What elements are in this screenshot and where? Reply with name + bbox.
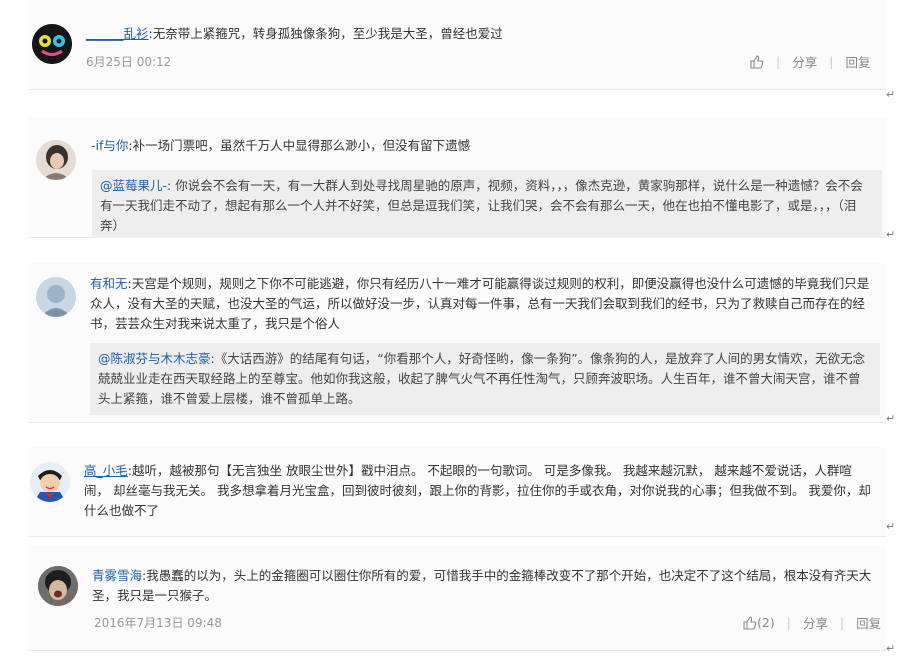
commenter-name[interactable]: -if与你 [91, 138, 128, 153]
avatar[interactable] [32, 24, 72, 64]
return-mark: ↵ [886, 642, 896, 655]
quoted-comment: @蓝莓果儿-: 你说会不会有一天，有一大群人到处寻找周星驰的原声，视频，资料，，… [92, 170, 882, 238]
action-divider: | [786, 615, 791, 630]
commenter-name[interactable]: ______乱衫 [86, 26, 149, 41]
comment-card: 有和无:天宫是个规则，规则之下你不可能逃避，你只有经历八十一难才可能赢得谈过规则… [28, 263, 886, 423]
like-count: (2) [757, 615, 775, 630]
like-button[interactable] [750, 54, 764, 69]
comment-card: 青雾雪海:我愚蠢的以为，头上的金箍圈可以圈住你所有的爱，可惜我手中的金箍棒改变不… [28, 545, 886, 651]
quoted-text: : 你说会不会有一天，有一大群人到处寻找周星驰的原声，视频，资料，，，像杰克逊，… [100, 178, 863, 233]
comment-text: 天宫是个规则，规则之下你不可能逃避，你只有经历八十一难才可能赢得谈过规则的权利，… [90, 276, 870, 331]
reply-button[interactable]: 回复 [856, 613, 881, 632]
comment-date: 2016年7月13日 09:48 [94, 616, 222, 630]
commenter-name[interactable]: 青雾雪海 [92, 568, 142, 583]
share-button[interactable]: 分享 [803, 613, 828, 632]
quoted-user-name[interactable]: @陈淑芬与木木志豪 [98, 351, 211, 366]
thumbs-up-icon [750, 54, 764, 69]
avatar[interactable] [36, 277, 76, 317]
return-mark: ↵ [886, 88, 896, 101]
commenter-name[interactable]: 高_小毛 [84, 463, 128, 478]
commenter-name[interactable]: 有和无 [90, 276, 128, 291]
share-button[interactable]: 分享 [792, 52, 817, 71]
quoted-user-name[interactable]: @蓝莓果儿- [100, 178, 167, 193]
reply-button[interactable]: 回复 [845, 52, 870, 71]
comment-body: 青雾雪海:我愚蠢的以为，头上的金箍圈可以圈住你所有的爱，可惜我手中的金箍棒改变不… [92, 566, 876, 606]
comment-actions: | 分享 | 回复 [750, 52, 870, 71]
quoted-text: :《大话西游》的结尾有句话，“你看那个人，好奇怪哟，像一条狗”。像条狗的人，是放… [98, 351, 866, 406]
avatar[interactable] [36, 140, 76, 180]
comment-body: -if与你:补一场门票吧，虽然千万人中显得那么渺小，但没有留下遗憾 [91, 136, 876, 156]
comment-actions: (2) | 分享 | 回复 [743, 613, 881, 632]
comment-card: ______乱衫:无奈带上紧箍咒，转身孤独像条狗，至少我是大圣，曾经也爱过 6月… [28, 0, 886, 90]
comment-text: 补一场门票吧，虽然千万人中显得那么渺小，但没有留下遗憾 [132, 138, 471, 153]
thumbs-up-icon [743, 615, 757, 630]
action-divider: | [776, 54, 781, 69]
return-mark: ↵ [886, 228, 896, 241]
comment-body: 有和无:天宫是个规则，规则之下你不可能逃避，你只有经历八十一难才可能赢得谈过规则… [90, 274, 880, 334]
quoted-comment: @陈淑芬与木木志豪:《大话西游》的结尾有句话，“你看那个人，好奇怪哟，像一条狗”… [90, 343, 880, 415]
comment-card: -if与你:补一场门票吧，虽然千万人中显得那么渺小，但没有留下遗憾 @蓝莓果儿-… [28, 118, 886, 238]
action-divider: | [829, 54, 834, 69]
avatar[interactable] [30, 462, 70, 502]
action-divider: | [839, 615, 845, 630]
avatar[interactable] [38, 566, 78, 606]
comment-text: 我愚蠢的以为，头上的金箍圈可以圈住你所有的爱，可惜我手中的金箍棒改变不了那个开始… [92, 568, 872, 603]
like-button[interactable]: (2) [743, 615, 775, 630]
comment-card: 高_小毛:越听，越被那句【无言独坐 放眼尘世外】戳中泪点。 不起眼的一句歌词。 … [28, 447, 886, 537]
comment-date: 6月25日 00:12 [86, 55, 172, 69]
comment-body: 高_小毛:越听，越被那句【无言独坐 放眼尘世外】戳中泪点。 不起眼的一句歌词。 … [84, 461, 874, 521]
comment-text: 越听，越被那句【无言独坐 放眼尘世外】戳中泪点。 不起眼的一句歌词。 可是多像我… [84, 463, 871, 518]
return-mark: ↵ [886, 520, 896, 533]
comment-text: 无奈带上紧箍咒，转身孤独像条狗，至少我是大圣，曾经也爱过 [152, 26, 503, 41]
return-mark: ↵ [886, 412, 896, 425]
comment-body: ______乱衫:无奈带上紧箍咒，转身孤独像条狗，至少我是大圣，曾经也爱过 [86, 24, 876, 44]
